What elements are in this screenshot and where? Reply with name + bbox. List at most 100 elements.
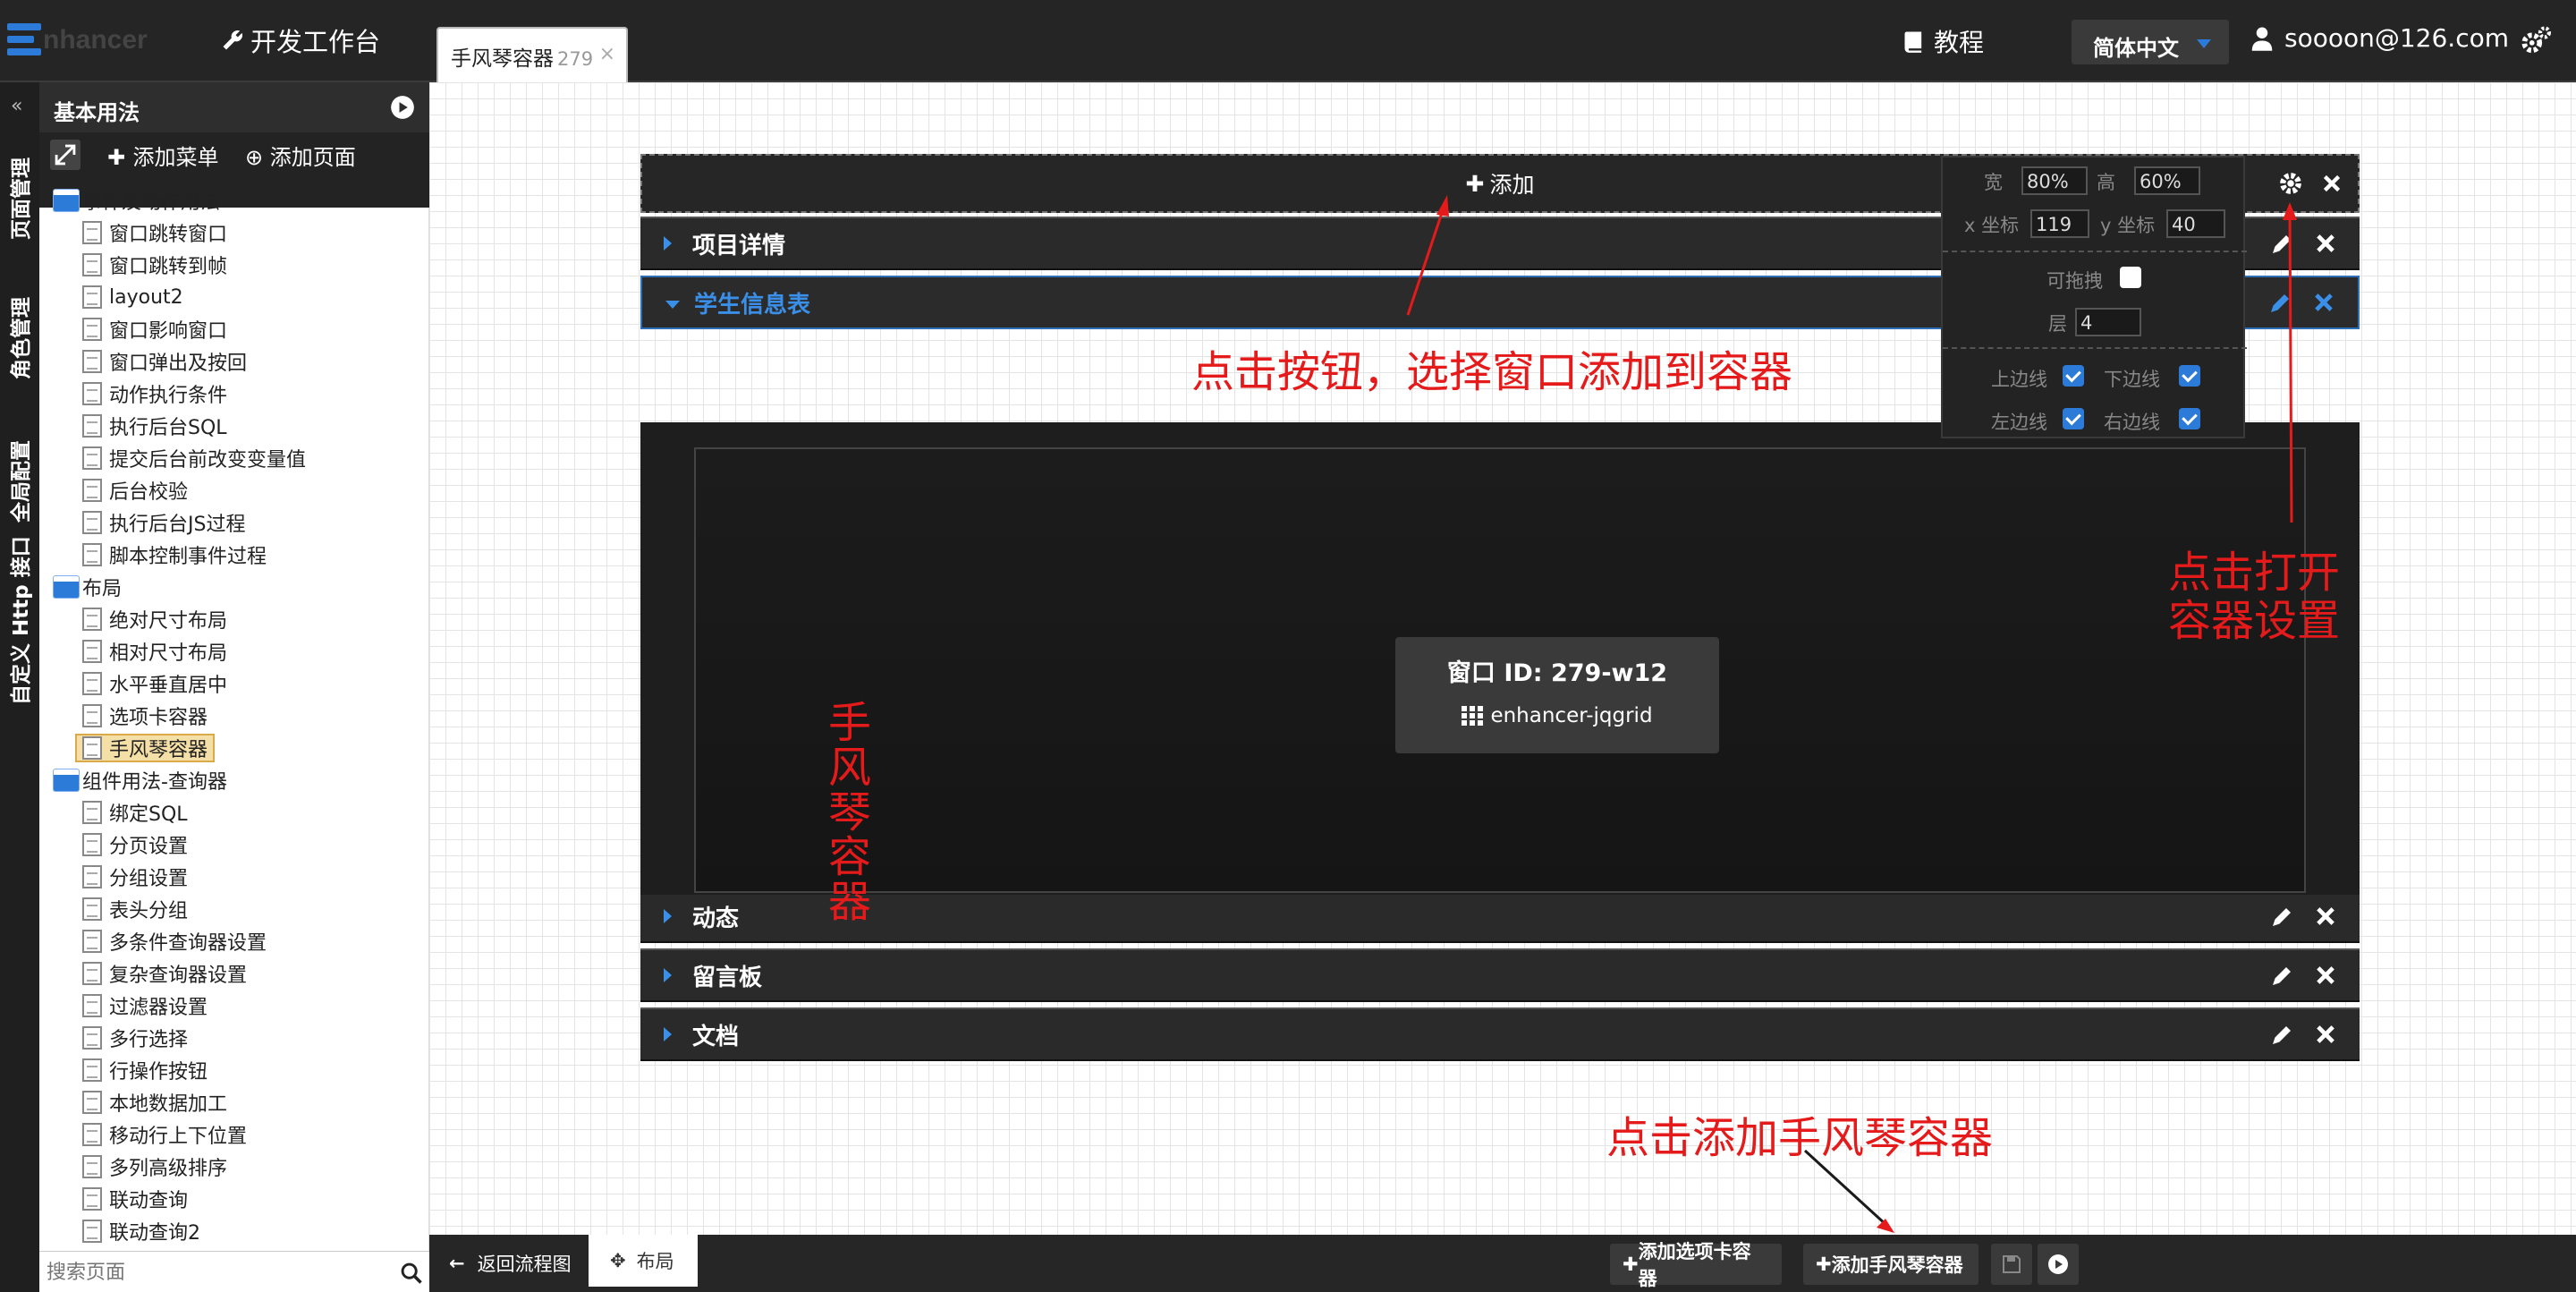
top-border-checkbox[interactable]	[2063, 365, 2084, 387]
tree-folder[interactable]: 组件用法-查询器	[54, 766, 227, 795]
tree-item[interactable]: 绝对尺寸布局	[82, 605, 227, 633]
enhancer-logo[interactable]: nhancer	[7, 21, 150, 63]
layout-tab[interactable]: ✥ 布局	[589, 1235, 698, 1287]
back-to-flow-button[interactable]: ← 返回流程图	[449, 1244, 572, 1283]
right-border-checkbox[interactable]	[2179, 408, 2200, 429]
tree-item[interactable]: 联动查询2	[82, 1217, 200, 1245]
accordion-title: 文档	[692, 1023, 740, 1050]
tree-item-label: 提交后台前改变变量值	[109, 449, 307, 472]
tree-item-label: 本地数据加工	[109, 1093, 228, 1116]
close-icon[interactable]	[2313, 1022, 2338, 1047]
accordion-header[interactable]: 文档	[640, 1007, 2360, 1061]
nav-global-config[interactable]: 全局配置	[4, 440, 36, 523]
tree-item[interactable]: 窗口弹出及按回	[82, 347, 247, 376]
language-select[interactable]: 简体中文	[2072, 20, 2229, 64]
tree-item[interactable]: 提交后台前改变变量值	[82, 444, 306, 472]
collapse-icon[interactable]: «	[11, 95, 22, 117]
tree-item[interactable]: 多列高级排序	[82, 1152, 227, 1181]
close-icon[interactable]	[2313, 231, 2338, 256]
annotation-add-accordion: 点击添加手风琴容器	[1606, 1113, 1994, 1163]
tutorial-link[interactable]: 教程	[1902, 23, 1984, 59]
bottom-border-checkbox[interactable]	[2179, 365, 2200, 387]
tree-item[interactable]: 窗口影响窗口	[82, 315, 227, 344]
tree-item[interactable]: 表头分组	[82, 895, 188, 923]
folder-icon	[54, 576, 79, 598]
tree-item[interactable]: 选项卡容器	[82, 701, 208, 730]
tree-item[interactable]: 行操作按钮	[82, 1056, 208, 1084]
annotation-add-window: 点击按钮，选择窗口添加到容器	[1191, 347, 1793, 397]
tree-item[interactable]: 手风琴容器	[75, 734, 216, 762]
add-page-button[interactable]: ⊕ 添加页面	[245, 140, 356, 171]
tree-item[interactable]: 执行后台JS过程	[82, 508, 245, 537]
tree-item[interactable]: 脚本控制事件过程	[82, 540, 267, 569]
expand-icon[interactable]	[50, 140, 80, 170]
tree-item[interactable]: 移动行上下位置	[82, 1120, 247, 1149]
page-tab[interactable]: 手风琴容器 279 ×	[436, 27, 628, 82]
gear-icon[interactable]	[2277, 170, 2304, 197]
close-icon[interactable]	[2311, 290, 2336, 315]
window-slot[interactable]: 窗口 ID: 279-w12 enhancer-jqgrid	[694, 447, 2306, 893]
tree-item[interactable]: 后台校验	[82, 476, 188, 505]
tree-folder[interactable]: 事件及动作用法	[54, 186, 220, 215]
window-card[interactable]: 窗口 ID: 279-w12 enhancer-jqgrid	[1395, 637, 1719, 753]
tree-item-label: 联动查询2	[109, 1222, 200, 1245]
pencil-icon[interactable]	[2268, 963, 2295, 990]
tree-item[interactable]: 多条件查询器设置	[82, 927, 267, 956]
pencil-icon[interactable]	[2268, 231, 2295, 258]
add-menu-button[interactable]: ✚ 添加菜单	[107, 140, 218, 171]
tree-item[interactable]: 分组设置	[82, 863, 188, 891]
user-menu[interactable]: soooon@126.com	[2250, 23, 2509, 53]
search-icon[interactable]	[399, 1261, 424, 1286]
close-icon[interactable]	[2320, 172, 2343, 195]
tree-item[interactable]: 水平垂直居中	[82, 669, 227, 698]
tree-item[interactable]: 绑定SQL	[82, 798, 188, 827]
search-input[interactable]	[43, 1257, 383, 1288]
tree-item[interactable]: 分页设置	[82, 830, 188, 859]
close-icon[interactable]	[2313, 963, 2338, 988]
tree-item[interactable]: layout2	[82, 283, 183, 311]
draggable-checkbox[interactable]	[2120, 267, 2141, 288]
layer-field[interactable]	[2075, 308, 2141, 336]
tree-item[interactable]: 窗口跳转到帧	[82, 251, 227, 279]
nav-custom-http[interactable]: 自定义 Http 接口	[4, 536, 36, 705]
tab-close-icon[interactable]: ×	[599, 43, 615, 65]
save-button[interactable]	[1991, 1244, 2032, 1285]
pencil-icon[interactable]	[2268, 1022, 2295, 1049]
tree-item[interactable]: 执行后台SQL	[82, 412, 227, 440]
accordion-header[interactable]: 留言板	[640, 948, 2360, 1002]
width-field[interactable]	[2021, 166, 2088, 195]
chevron-down-icon	[2197, 39, 2211, 48]
tree-item[interactable]: 多行选择	[82, 1024, 188, 1052]
close-icon[interactable]	[2313, 904, 2338, 929]
plus-circle-icon: ⊕	[245, 145, 270, 170]
save-icon	[2003, 1255, 2021, 1273]
add-accordion-container-button[interactable]: ✚ 添加手风琴容器	[1803, 1244, 1979, 1285]
nav-role-management[interactable]: 角色管理	[4, 297, 36, 379]
tab-label: 手风琴容器	[451, 47, 554, 71]
tree-folder[interactable]: 布局	[54, 573, 122, 601]
tree-item[interactable]: 相对尺寸布局	[82, 637, 227, 666]
play-icon[interactable]	[390, 95, 415, 120]
tree-item[interactable]: 过滤器设置	[82, 991, 208, 1020]
left-border-checkbox[interactable]	[2063, 408, 2084, 429]
accordion-header[interactable]: 动态	[640, 889, 2360, 943]
settings-gears-icon[interactable]	[2521, 25, 2551, 55]
caret-icon	[664, 236, 672, 251]
tree-item[interactable]: 复杂查询器设置	[82, 959, 247, 988]
tree-item[interactable]: 窗口跳转窗口	[82, 218, 227, 247]
height-field[interactable]	[2134, 166, 2200, 195]
pencil-icon[interactable]	[2267, 290, 2293, 317]
add-tab-container-button[interactable]: ✚ 添加选项卡容器	[1610, 1241, 1782, 1289]
layout-label: 布局	[636, 1251, 674, 1272]
nav-page-management[interactable]: 页面管理	[4, 157, 36, 240]
pencil-icon[interactable]	[2268, 904, 2295, 931]
preview-button[interactable]	[2038, 1244, 2079, 1285]
tree-item[interactable]: 动作执行条件	[82, 379, 227, 408]
y-field[interactable]	[2166, 209, 2225, 238]
x-field[interactable]	[2030, 209, 2089, 238]
tree-item[interactable]: 本地数据加工	[82, 1088, 227, 1117]
container-settings-popup: 宽 高 x 坐标 y 坐标 可拖拽 层 上边线 下边线 左边线 右边线	[1941, 156, 2247, 438]
page-icon	[82, 446, 102, 470]
tree-item[interactable]: 联动查询	[82, 1185, 188, 1213]
dev-workbench-button[interactable]: 开发工作台	[220, 21, 380, 59]
